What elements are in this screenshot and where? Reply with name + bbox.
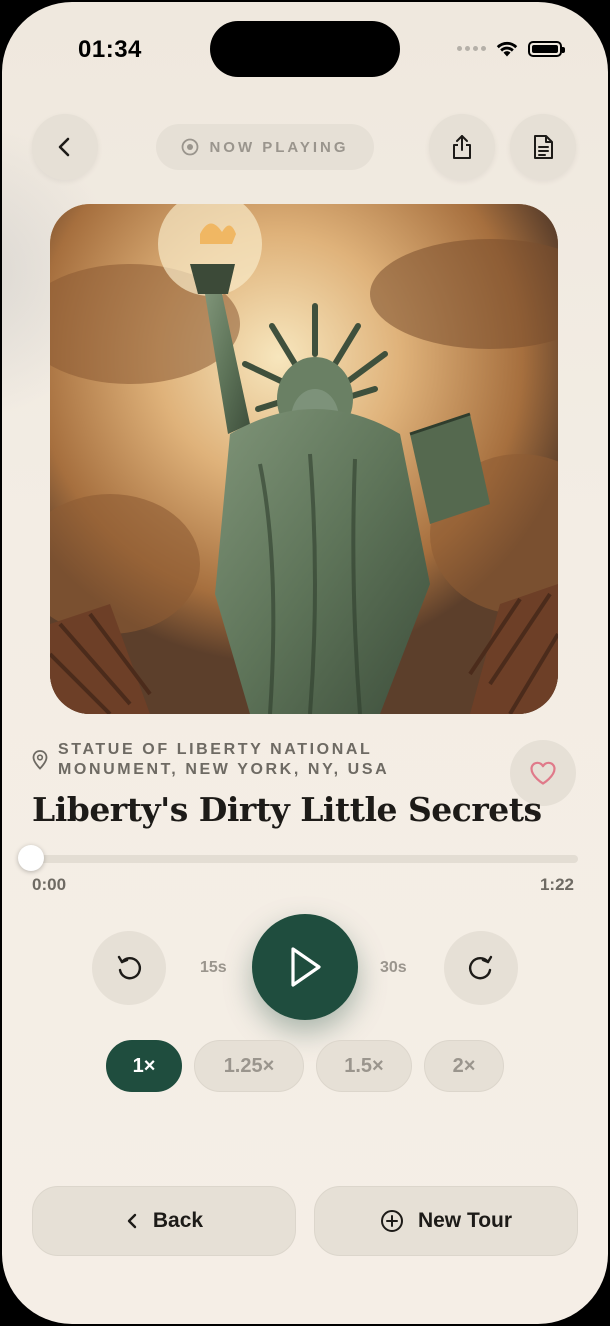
plus-circle-icon — [380, 1210, 403, 1232]
status-icons — [457, 40, 565, 57]
location-pin-icon — [32, 750, 48, 770]
screen: 01:34 NOW PLAYING STATUE OF LIBERTY NATI… — [2, 2, 608, 1324]
document-icon — [534, 135, 553, 159]
progress-track[interactable] — [32, 855, 578, 863]
signal-icon — [457, 46, 486, 51]
elapsed-time: 0:00 — [32, 875, 67, 894]
heart-icon — [530, 761, 556, 785]
back-label: Back — [152, 1209, 204, 1232]
new-tour-label: New Tour — [417, 1209, 513, 1232]
rewind-icon — [117, 955, 141, 980]
now-playing-label: NOW PLAYING — [209, 138, 349, 156]
rewind-button[interactable] — [92, 931, 166, 1005]
target-icon — [182, 138, 199, 156]
new-tour-button[interactable]: New Tour — [314, 1186, 578, 1256]
tour-artwork — [50, 204, 558, 714]
speed-1-25x[interactable]: 1.25× — [194, 1040, 304, 1092]
speed-2x[interactable]: 2× — [424, 1040, 504, 1092]
chevron-left-icon — [127, 1213, 137, 1229]
dynamic-island — [210, 21, 400, 77]
forward-label: 30s — [380, 959, 407, 976]
now-playing-pill: NOW PLAYING — [156, 124, 374, 170]
back-chevron-button[interactable] — [32, 114, 98, 180]
status-time: 01:34 — [78, 36, 142, 63]
play-icon — [291, 947, 321, 987]
location-text: STATUE OF LIBERTY NATIONAL MONUMENT, NEW… — [58, 741, 390, 778]
device-frame: 01:34 NOW PLAYING STATUE OF LIBERTY NATI… — [0, 0, 610, 1326]
share-button[interactable] — [429, 114, 495, 180]
forward-button[interactable] — [444, 931, 518, 1005]
forward-icon — [469, 955, 493, 980]
chevron-left-icon — [58, 137, 70, 157]
progress-thumb[interactable] — [18, 845, 44, 871]
speed-1x[interactable]: 1× — [106, 1040, 182, 1092]
back-button[interactable]: Back — [32, 1186, 296, 1256]
speed-1-5x[interactable]: 1.5× — [316, 1040, 412, 1092]
play-button[interactable] — [252, 914, 358, 1020]
tour-title: Liberty's Dirty Little Secrets — [32, 790, 542, 829]
rewind-label: 15s — [200, 959, 227, 976]
transcript-button[interactable] — [510, 114, 576, 180]
wifi-icon — [496, 41, 518, 57]
battery-icon — [528, 40, 565, 57]
total-time: 1:22 — [539, 875, 574, 894]
share-icon — [453, 135, 471, 159]
tour-location: STATUE OF LIBERTY NATIONAL MONUMENT, NEW… — [32, 740, 452, 780]
